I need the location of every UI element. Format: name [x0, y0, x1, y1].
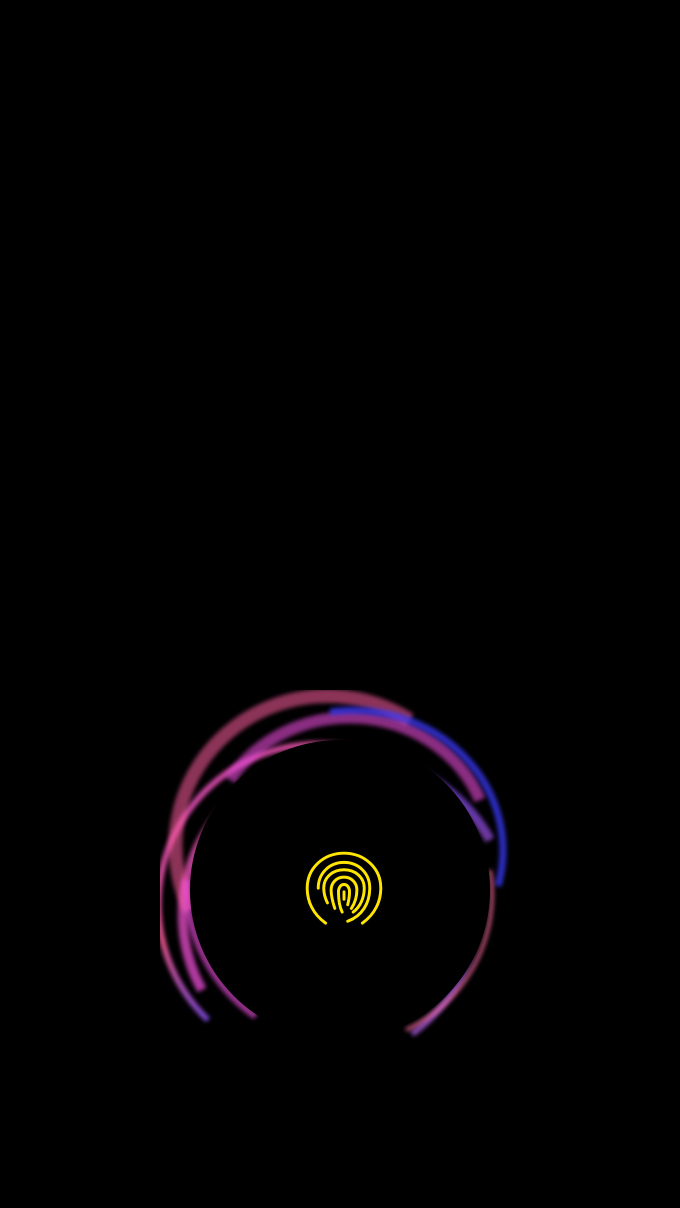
fingerprint-icon — [305, 851, 383, 925]
lock-screen — [0, 0, 680, 1208]
fingerprint-sensor[interactable] — [294, 840, 394, 940]
